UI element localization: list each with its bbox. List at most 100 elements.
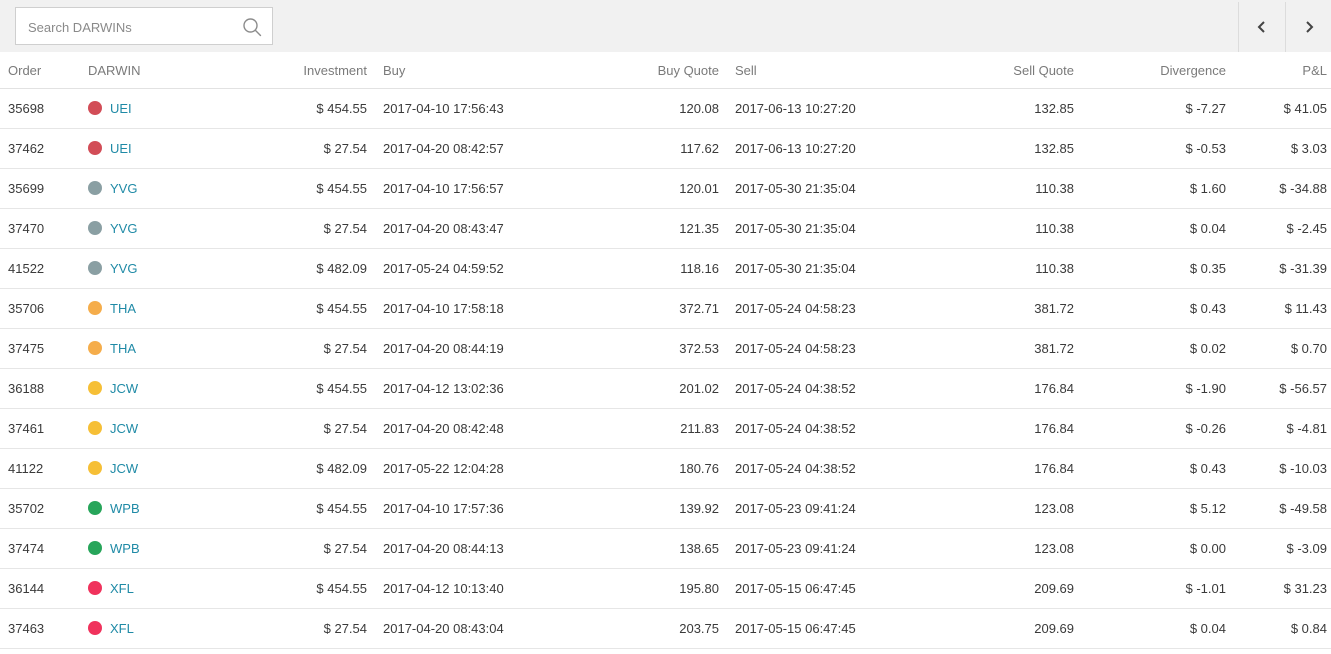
cell-order: 35698 bbox=[0, 88, 88, 129]
search-input[interactable] bbox=[26, 8, 240, 46]
search-box[interactable] bbox=[15, 7, 273, 46]
header-darwin[interactable]: DARWIN bbox=[88, 52, 238, 89]
cell-buy-quote: 121.35 bbox=[567, 208, 719, 249]
cell-sell-quote: 381.72 bbox=[919, 288, 1074, 329]
table-row[interactable]: 37470 YVG $ 27.54 2017-04-20 08:43:47 121.35… bbox=[0, 208, 1331, 249]
cell-buy-quote: 120.08 bbox=[567, 88, 719, 129]
header-pnl[interactable]: P&L bbox=[1226, 52, 1331, 89]
toolbar bbox=[0, 0, 1331, 52]
cell-buy: 2017-04-20 08:43:04 bbox=[367, 608, 567, 649]
darwin-color-dot-icon bbox=[88, 141, 102, 155]
table-row[interactable]: 37463 XFL $ 27.54 2017-04-20 08:43:04 203.75… bbox=[0, 608, 1331, 649]
orders-table: Order DARWIN Investment Buy Buy Quote Se… bbox=[0, 52, 1331, 649]
table-row[interactable]: 35698 UEI $ 454.55 2017-04-10 17:56:43 120.0… bbox=[0, 88, 1331, 129]
cell-investment: $ 482.09 bbox=[238, 248, 367, 289]
table-row[interactable]: 41122 JCW $ 482.09 2017-05-22 12:04:28 180.7… bbox=[0, 448, 1331, 489]
cell-divergence: $ -1.90 bbox=[1074, 368, 1226, 409]
cell-buy-quote: 372.53 bbox=[567, 328, 719, 369]
cell-pnl: $ -34.88 bbox=[1226, 168, 1331, 209]
cell-order: 37462 bbox=[0, 128, 88, 169]
header-investment[interactable]: Investment bbox=[238, 52, 367, 89]
cell-divergence: $ -0.26 bbox=[1074, 408, 1226, 449]
cell-sell-quote: 123.08 bbox=[919, 488, 1074, 529]
cell-pnl: $ 0.84 bbox=[1226, 608, 1331, 649]
table-row[interactable]: 35702 WPB $ 454.55 2017-04-10 17:57:36 139.9… bbox=[0, 488, 1331, 529]
table-row[interactable]: 35706 THA $ 454.55 2017-04-10 17:58:18 372.7… bbox=[0, 288, 1331, 329]
cell-order: 37475 bbox=[0, 328, 88, 369]
search-icon[interactable] bbox=[242, 17, 262, 37]
header-sell[interactable]: Sell bbox=[719, 52, 919, 89]
darwin-link[interactable]: THA bbox=[110, 301, 136, 316]
cell-investment: $ 27.54 bbox=[238, 408, 367, 449]
cell-sell-quote: 110.38 bbox=[919, 248, 1074, 289]
cell-sell-quote: 110.38 bbox=[919, 168, 1074, 209]
cell-divergence: $ 0.00 bbox=[1074, 528, 1226, 569]
cell-darwin: THA bbox=[88, 288, 238, 329]
darwin-link[interactable]: WPB bbox=[110, 541, 140, 556]
cell-pnl: $ -10.03 bbox=[1226, 448, 1331, 489]
table-row[interactable]: 37461 JCW $ 27.54 2017-04-20 08:42:48 211.83… bbox=[0, 408, 1331, 449]
cell-sell-quote: 132.85 bbox=[919, 128, 1074, 169]
cell-darwin: UEI bbox=[88, 128, 238, 169]
table-row[interactable]: 36188 JCW $ 454.55 2017-04-12 13:02:36 201.0… bbox=[0, 368, 1331, 409]
cell-buy-quote: 117.62 bbox=[567, 128, 719, 169]
cell-sell-quote: 110.38 bbox=[919, 208, 1074, 249]
cell-buy: 2017-04-12 13:02:36 bbox=[367, 368, 567, 409]
cell-divergence: $ 0.04 bbox=[1074, 208, 1226, 249]
cell-darwin: XFL bbox=[88, 608, 238, 649]
cell-buy: 2017-05-24 04:59:52 bbox=[367, 248, 567, 289]
cell-buy-quote: 180.76 bbox=[567, 448, 719, 489]
table-row[interactable]: 36144 XFL $ 454.55 2017-04-12 10:13:40 195.8… bbox=[0, 568, 1331, 609]
table-body: 35698 UEI $ 454.55 2017-04-10 17:56:43 120.0… bbox=[0, 88, 1331, 649]
cell-darwin: JCW bbox=[88, 408, 238, 449]
darwin-link[interactable]: UEI bbox=[110, 101, 132, 116]
cell-sell-quote: 209.69 bbox=[919, 608, 1074, 649]
cell-sell: 2017-06-13 10:27:20 bbox=[719, 88, 919, 129]
header-buy[interactable]: Buy bbox=[367, 52, 567, 89]
table-row[interactable]: 37462 UEI $ 27.54 2017-04-20 08:42:57 117.62… bbox=[0, 128, 1331, 169]
cell-pnl: $ -2.45 bbox=[1226, 208, 1331, 249]
previous-page-button[interactable] bbox=[1238, 2, 1284, 52]
cell-investment: $ 454.55 bbox=[238, 568, 367, 609]
darwin-link[interactable]: JCW bbox=[110, 461, 138, 476]
darwin-link[interactable]: XFL bbox=[110, 581, 134, 596]
header-order[interactable]: Order bbox=[0, 52, 88, 89]
darwin-color-dot-icon bbox=[88, 301, 102, 315]
cell-investment: $ 454.55 bbox=[238, 288, 367, 329]
darwin-link[interactable]: WPB bbox=[110, 501, 140, 516]
darwin-color-dot-icon bbox=[88, 501, 102, 515]
cell-sell: 2017-05-24 04:58:23 bbox=[719, 288, 919, 329]
darwin-link[interactable]: UEI bbox=[110, 141, 132, 156]
cell-sell: 2017-05-24 04:38:52 bbox=[719, 368, 919, 409]
cell-sell: 2017-05-23 09:41:24 bbox=[719, 488, 919, 529]
darwin-color-dot-icon bbox=[88, 221, 102, 235]
cell-pnl: $ -56.57 bbox=[1226, 368, 1331, 409]
darwin-color-dot-icon bbox=[88, 381, 102, 395]
table-row[interactable]: 35699 YVG $ 454.55 2017-04-10 17:56:57 120.0… bbox=[0, 168, 1331, 209]
darwin-link[interactable]: YVG bbox=[110, 181, 137, 196]
cell-buy: 2017-05-22 12:04:28 bbox=[367, 448, 567, 489]
darwin-link[interactable]: THA bbox=[110, 341, 136, 356]
darwin-link[interactable]: JCW bbox=[110, 421, 138, 436]
cell-pnl: $ -3.09 bbox=[1226, 528, 1331, 569]
cell-darwin: YVG bbox=[88, 208, 238, 249]
darwin-link[interactable]: XFL bbox=[110, 621, 134, 636]
table-row[interactable]: 37474 WPB $ 27.54 2017-04-20 08:44:13 138.65… bbox=[0, 528, 1331, 569]
cell-sell: 2017-05-24 04:38:52 bbox=[719, 448, 919, 489]
cell-buy-quote: 201.02 bbox=[567, 368, 719, 409]
cell-pnl: $ 41.05 bbox=[1226, 88, 1331, 129]
darwin-link[interactable]: JCW bbox=[110, 381, 138, 396]
cell-investment: $ 454.55 bbox=[238, 88, 367, 129]
header-buy-quote[interactable]: Buy Quote bbox=[567, 52, 719, 89]
next-page-button[interactable] bbox=[1285, 2, 1331, 52]
cell-buy: 2017-04-20 08:42:48 bbox=[367, 408, 567, 449]
header-divergence[interactable]: Divergence bbox=[1074, 52, 1226, 89]
table-row[interactable]: 41522 YVG $ 482.09 2017-05-24 04:59:52 118.1… bbox=[0, 248, 1331, 289]
darwin-link[interactable]: YVG bbox=[110, 261, 137, 276]
header-sell-quote[interactable]: Sell Quote bbox=[919, 52, 1074, 89]
cell-darwin: YVG bbox=[88, 168, 238, 209]
table-row[interactable]: 37475 THA $ 27.54 2017-04-20 08:44:19 372.53… bbox=[0, 328, 1331, 369]
darwin-link[interactable]: YVG bbox=[110, 221, 137, 236]
darwin-color-dot-icon bbox=[88, 461, 102, 475]
cell-divergence: $ -1.01 bbox=[1074, 568, 1226, 609]
